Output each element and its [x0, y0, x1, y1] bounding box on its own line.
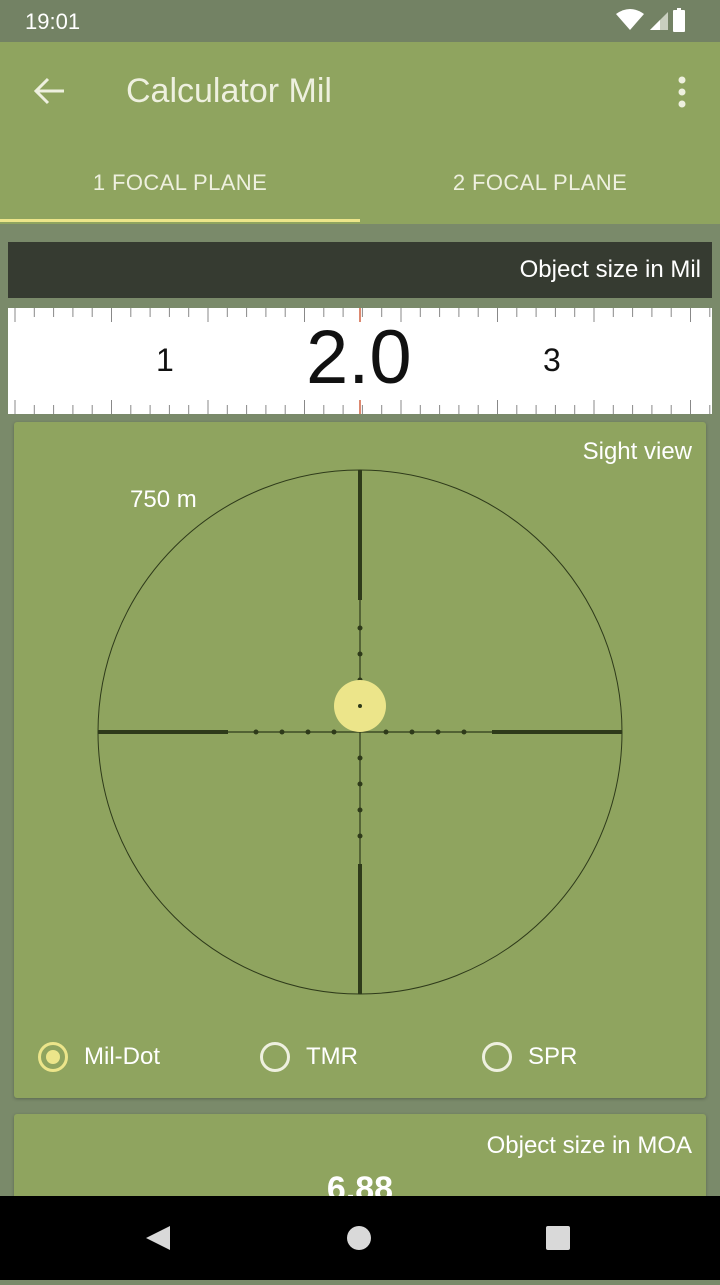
nav-recents-icon: [546, 1226, 570, 1250]
mil-header-label: Object size in Mil: [519, 256, 701, 283]
ruler-value: 2.0: [306, 315, 412, 400]
arrow-back-icon[interactable]: [28, 70, 70, 112]
tab-indicator: [0, 219, 360, 222]
app-bar: Calculator Mil 1 FOCAL PLANE 2 FOCAL PLA…: [0, 42, 720, 224]
moa-title: Object size in MOA: [486, 1132, 692, 1159]
page-title: Calculator Mil: [126, 72, 332, 110]
reticle: [97, 469, 623, 995]
status-bar: 19:01: [0, 0, 720, 42]
sight-view-card: Sight view 750 m Mil-Dot TMR SPR: [14, 422, 706, 1098]
ruler-right-label: 3: [543, 342, 561, 378]
signal-icon: [650, 12, 668, 30]
tab-2-focal-plane[interactable]: 2 FOCAL PLANE: [360, 148, 720, 224]
radio-label-spr: SPR: [528, 1043, 578, 1070]
range-label: 750 m: [130, 486, 197, 513]
nav-back-icon: [146, 1226, 170, 1250]
navigation-bar: [0, 1196, 720, 1280]
nav-home-icon: [347, 1226, 371, 1250]
radio-circle-spr[interactable]: [482, 1042, 512, 1072]
content-area[interactable]: Object size in Mil 1 2.0 3 Sight view 75…: [0, 224, 720, 1234]
battery-icon: [673, 8, 685, 32]
ruler-left-label: 1: [156, 342, 174, 378]
reticle-options: Mil-Dot TMR SPR: [14, 1032, 706, 1082]
tab-1-focal-plane[interactable]: 1 FOCAL PLANE: [0, 148, 360, 224]
radio-label-tmr: TMR: [306, 1043, 358, 1070]
radio-circle-tmr[interactable]: [260, 1042, 290, 1072]
more-vert-icon[interactable]: [666, 70, 698, 114]
radio-circle-mil-dot[interactable]: [38, 1042, 68, 1072]
mil-ruler[interactable]: 1 2.0 3: [8, 308, 712, 414]
radio-label-mil-dot: Mil-Dot: [84, 1043, 160, 1070]
status-icons: [616, 8, 696, 34]
mil-header: Object size in Mil: [8, 242, 712, 298]
wifi-icon: [616, 9, 644, 30]
status-time: 19:01: [25, 9, 81, 34]
